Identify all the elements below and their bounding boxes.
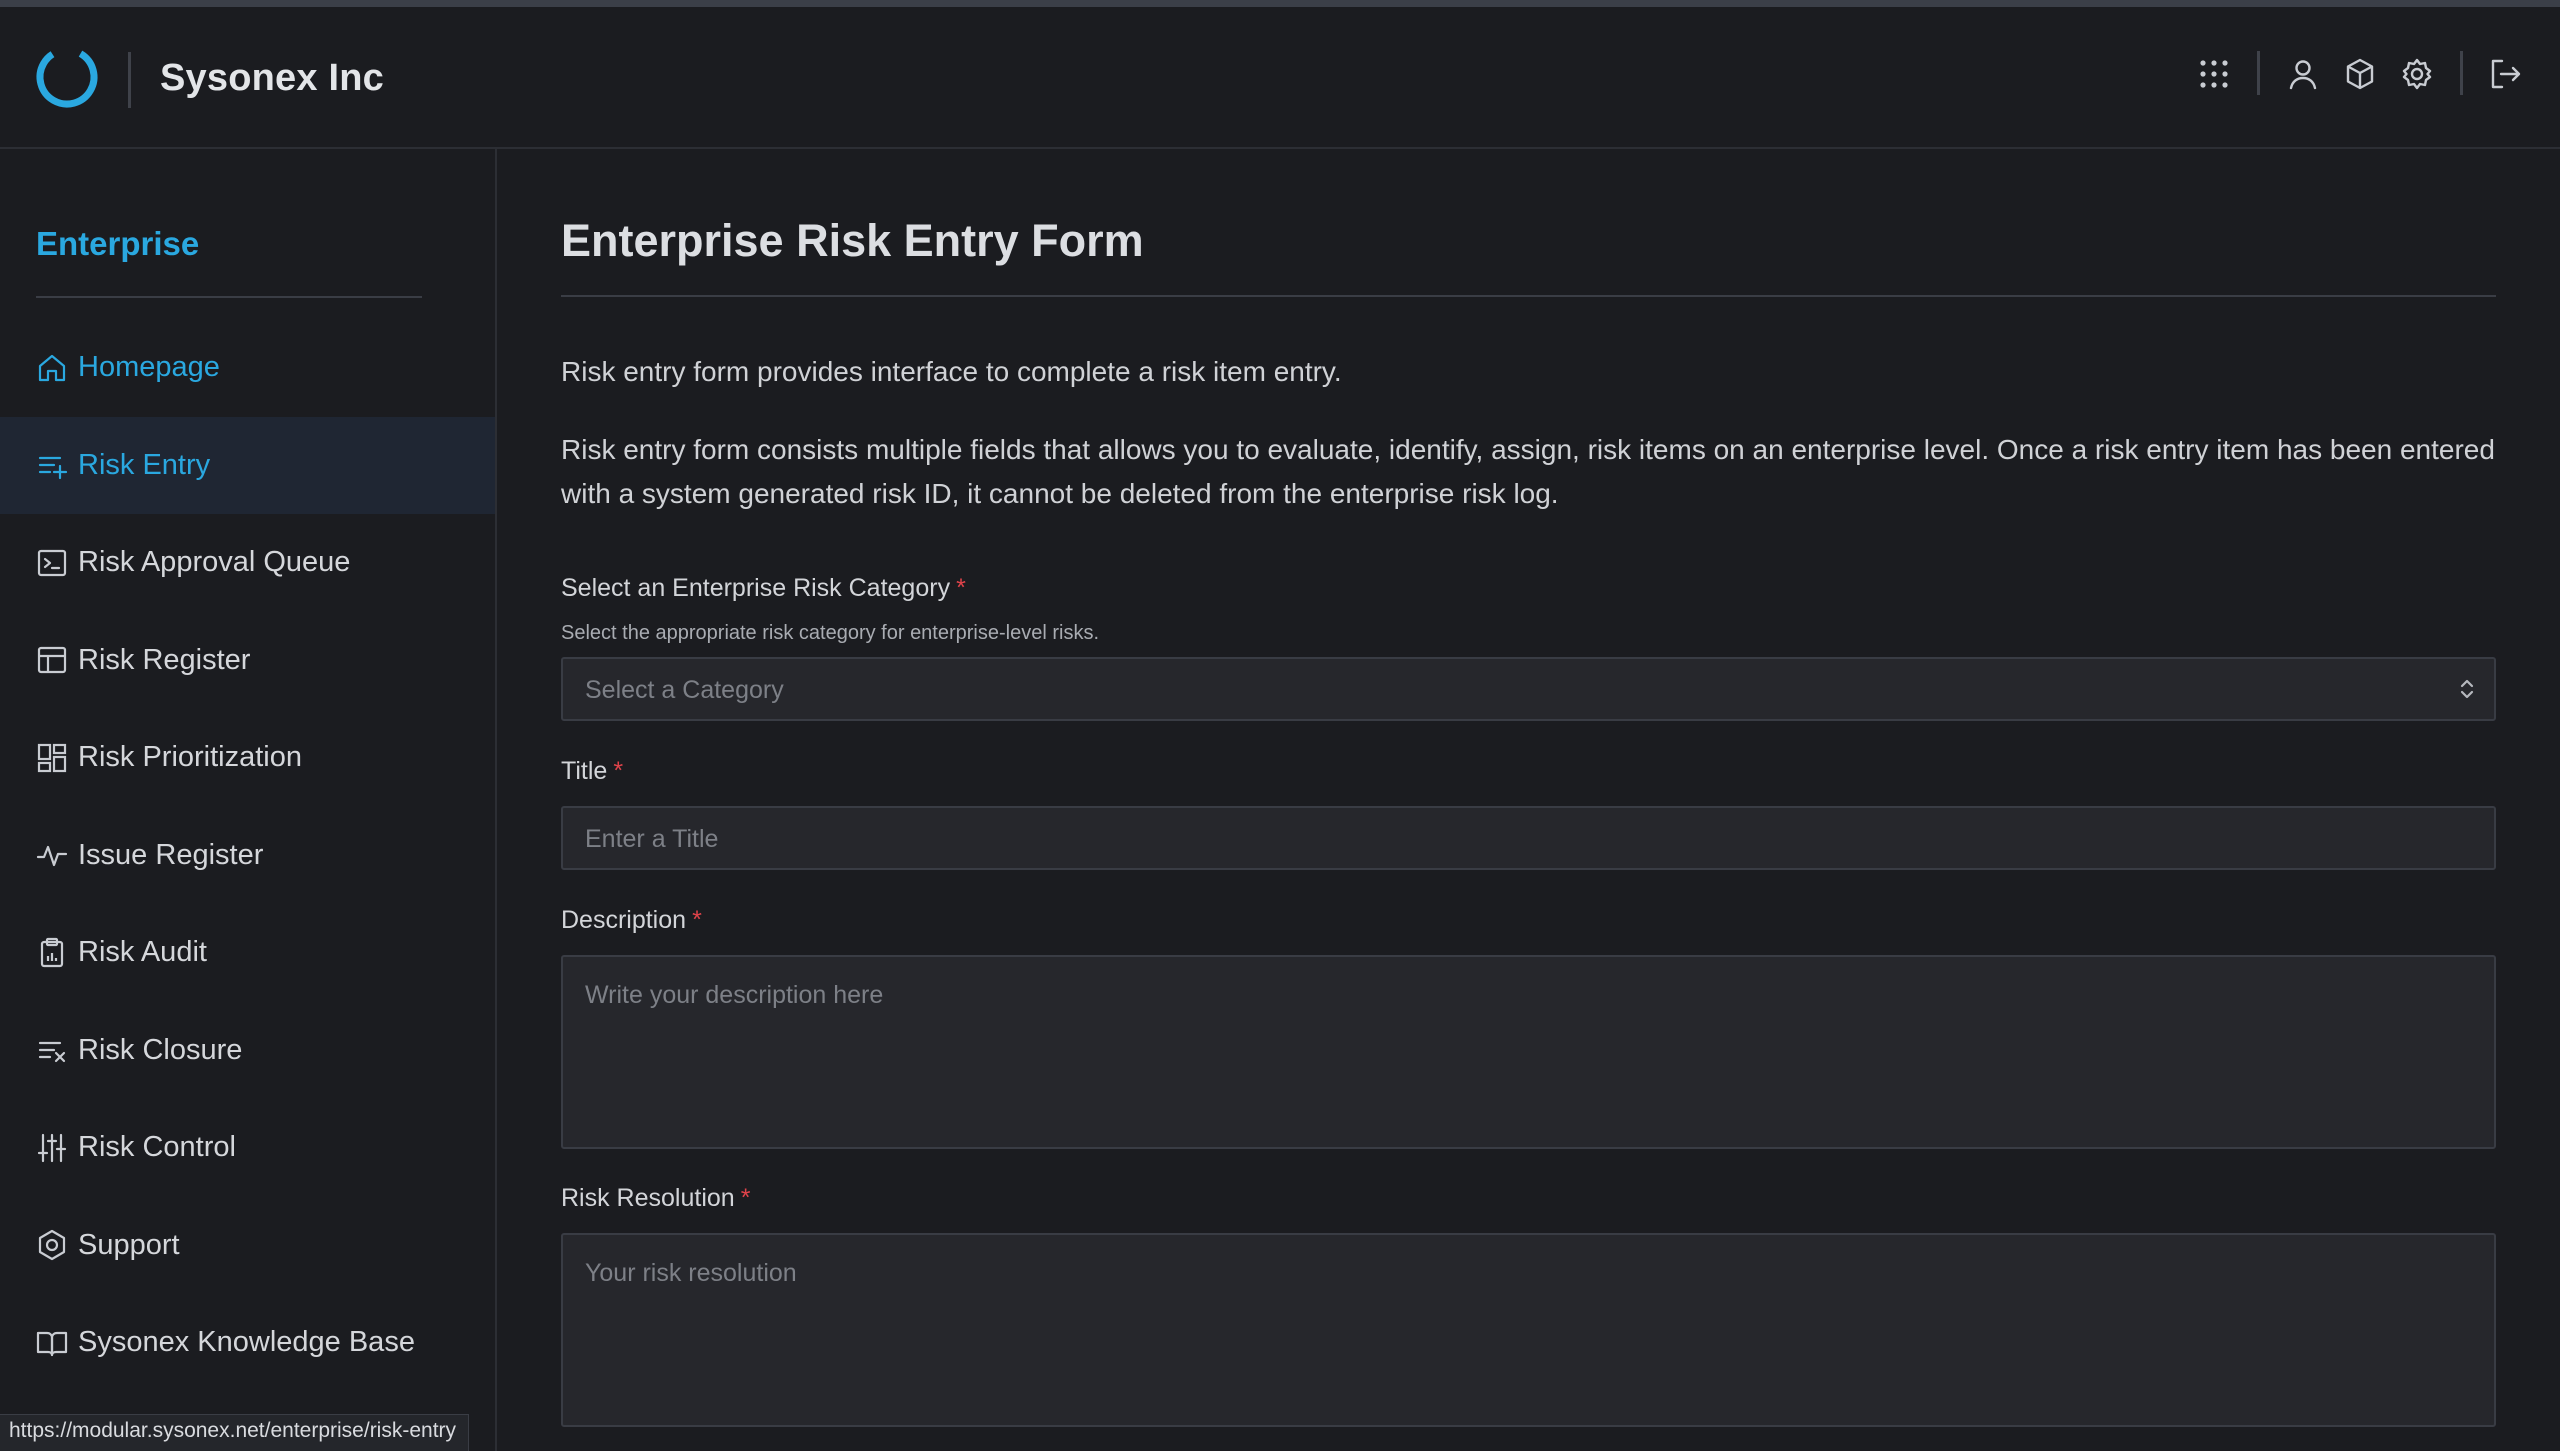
status-bar-url: https://modular.sysonex.net/enterprise/r… bbox=[0, 1414, 470, 1451]
category-label: Select an Enterprise Risk Category * bbox=[561, 574, 966, 602]
sidebar-title: Enterprise bbox=[36, 225, 200, 262]
list-add-icon bbox=[38, 457, 68, 480]
required-mark: * bbox=[740, 1184, 751, 1212]
company-name: Sysonex Inc bbox=[160, 57, 384, 99]
table-icon bbox=[37, 647, 67, 674]
sidebar-item-risk-approval-queue[interactable]: Risk Approval Queue bbox=[0, 514, 495, 612]
sidebar-divider bbox=[36, 296, 422, 298]
sliders-icon bbox=[37, 1133, 67, 1162]
package-icon[interactable] bbox=[2343, 57, 2377, 91]
title-label: Title * bbox=[561, 757, 624, 785]
sidebar-item-label: Sysonex Knowledge Base bbox=[78, 1326, 415, 1359]
home-icon bbox=[38, 354, 66, 381]
dashboard-icon bbox=[37, 743, 67, 772]
sidebar-item-homepage[interactable]: Homepage bbox=[0, 319, 495, 417]
sidebar-item-label: Risk Approval Queue bbox=[78, 546, 351, 579]
sidebar-item-label: Homepage bbox=[78, 351, 220, 384]
description-placeholder: Write your description here bbox=[585, 981, 884, 1009]
sidebar: Enterprise Homepage Risk Entry Risk Appr… bbox=[0, 149, 497, 1451]
category-select-value: Select a Category bbox=[585, 676, 784, 704]
sidebar-item-label: Issue Register bbox=[78, 838, 264, 871]
header-divider bbox=[2257, 51, 2260, 95]
sidebar-nav: Homepage Risk Entry Risk Approval Queue … bbox=[0, 319, 495, 1392]
details-text: Risk entry form consists multiple fields… bbox=[561, 434, 2495, 509]
required-mark: * bbox=[613, 757, 624, 785]
activity-icon bbox=[36, 846, 68, 867]
settings-icon[interactable] bbox=[2400, 57, 2434, 91]
sidebar-item-label: Risk Audit bbox=[78, 936, 207, 969]
required-mark: * bbox=[692, 906, 702, 934]
sidebar-item-support[interactable]: Support bbox=[0, 1197, 495, 1295]
description-label: Description * bbox=[561, 906, 702, 934]
resolution-placeholder: Your risk resolution bbox=[585, 1259, 797, 1287]
description-textarea[interactable]: Write your description here bbox=[561, 955, 2496, 1149]
title-input[interactable]: Enter a Title bbox=[561, 806, 2496, 870]
sidebar-item-risk-prioritization[interactable]: Risk Prioritization bbox=[0, 709, 495, 807]
window-top-edge bbox=[0, 0, 2560, 7]
sidebar-item-risk-audit[interactable]: Risk Audit bbox=[0, 904, 495, 1002]
sidebar-item-risk-register[interactable]: Risk Register bbox=[0, 612, 495, 710]
sidebar-item-label: Risk Register bbox=[78, 643, 251, 676]
sidebar-item-label: Risk Control bbox=[78, 1131, 236, 1164]
apps-grid-icon[interactable] bbox=[2197, 57, 2231, 91]
sidebar-item-risk-closure[interactable]: Risk Closure bbox=[0, 1002, 495, 1100]
sidebar-item-label: Risk Closure bbox=[78, 1033, 243, 1066]
category-select[interactable]: Select a Category bbox=[561, 657, 2496, 721]
title-input-placeholder: Enter a Title bbox=[585, 825, 719, 853]
user-icon[interactable] bbox=[2286, 57, 2320, 91]
company-logo-icon bbox=[36, 46, 98, 108]
category-help-text: Select the appropriate risk category for… bbox=[561, 622, 1100, 644]
sidebar-item-label: Risk Entry bbox=[78, 448, 211, 481]
list-x-icon bbox=[38, 1042, 66, 1063]
intro-text: Risk entry form provides interface to co… bbox=[561, 356, 1342, 387]
sidebar-item-label: Support bbox=[78, 1228, 180, 1261]
chevron-up-down-icon bbox=[2460, 679, 2474, 699]
terminal-icon bbox=[37, 549, 67, 576]
clipboard-icon bbox=[40, 937, 64, 967]
sidebar-item-label: Risk Prioritization bbox=[78, 741, 302, 774]
sidebar-item-risk-control[interactable]: Risk Control bbox=[0, 1099, 495, 1197]
app-header: Sysonex Inc bbox=[0, 7, 2560, 149]
sidebar-item-knowledge-base[interactable]: Sysonex Knowledge Base bbox=[0, 1294, 495, 1392]
logo-divider bbox=[128, 52, 131, 108]
page-title: Enterprise Risk Entry Form bbox=[561, 215, 1144, 266]
title-divider bbox=[561, 295, 2496, 297]
logout-icon[interactable] bbox=[2488, 57, 2522, 91]
book-icon bbox=[36, 1331, 68, 1356]
header-divider bbox=[2460, 51, 2463, 95]
required-mark: * bbox=[956, 574, 966, 602]
sidebar-item-risk-entry[interactable]: Risk Entry bbox=[0, 416, 495, 514]
sidebar-item-issue-register[interactable]: Issue Register bbox=[0, 807, 495, 905]
resolution-textarea[interactable]: Your risk resolution bbox=[561, 1233, 2496, 1427]
resolution-label: Risk Resolution * bbox=[561, 1184, 751, 1212]
support-icon bbox=[38, 1230, 66, 1261]
